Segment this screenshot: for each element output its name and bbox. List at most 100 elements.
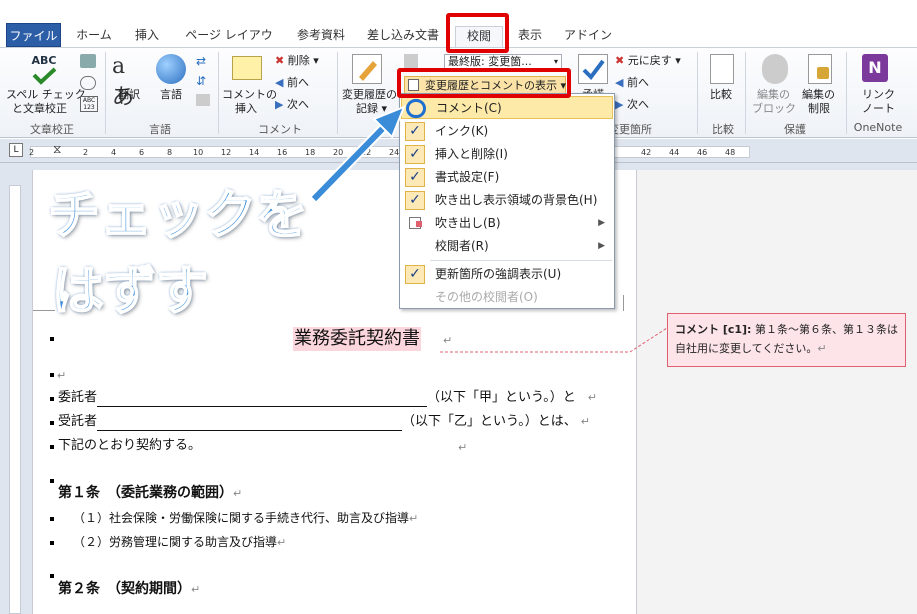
tab-view[interactable]: 表示 [511, 26, 549, 47]
balloons-icon [409, 217, 422, 229]
highlight-show-markup [397, 68, 571, 98]
menu-item-comments[interactable]: コメント(C) [401, 96, 613, 119]
submenu-arrow-icon: ▶ [598, 241, 605, 251]
tab-file[interactable]: ファイル [6, 23, 61, 47]
article-1-heading[interactable]: 第１条 （委託業務の範囲）↵ [58, 484, 242, 503]
block-authors-button[interactable]: 編集の [757, 88, 790, 102]
translate-button[interactable]: 翻訳 [118, 88, 140, 102]
menu-item-highlight-updates[interactable]: ✓ 更新箇所の強調表示(U) [401, 263, 613, 286]
lang-small-icon-3[interactable] [196, 94, 210, 106]
group-separator [105, 52, 106, 134]
ruler-mark: 8 [167, 148, 173, 157]
word-count-icon[interactable]: ABC 123 [80, 96, 98, 112]
article-2-heading[interactable]: 第２条 （契約期間）↵ [58, 580, 200, 599]
proofing-group-label: 文章校正 [30, 123, 74, 136]
markup-balloon-pane [637, 170, 917, 614]
paragraph-bullet [50, 397, 54, 401]
new-comment-button-line2[interactable]: 挿入 [235, 102, 257, 116]
block-authors-icon [762, 54, 788, 84]
reject-button[interactable]: ✖ 元に戻す ▾ [615, 54, 681, 68]
menu-item-insertions-deletions[interactable]: ✓ 挿入と削除(I) [401, 143, 613, 166]
paragraph-mark: ↵ [458, 441, 468, 454]
submenu-arrow-icon: ▶ [598, 218, 605, 228]
annotation-arrow [310, 105, 406, 203]
annotation-text-line1: チェックを [47, 185, 309, 247]
delete-comment-button[interactable]: ✖ 削除 ▾ [275, 54, 319, 68]
menu-item-other-authors: その他の校閲者(O) [435, 290, 538, 304]
ruler-mark: 16 [277, 148, 288, 157]
restrict-editing-icon [808, 54, 832, 84]
annotation-text-line2: はずす [51, 261, 209, 323]
article-1-item-1[interactable]: （１）社会保険・労働保険に関する手続き代行、助言及び指導↵ [73, 509, 418, 528]
menu-item-formatting[interactable]: ✓ 書式設定(F) [401, 166, 613, 189]
display-for-review-icon [404, 54, 418, 68]
menu-item-balloons[interactable]: 吹き出し(B) ▶ [401, 212, 613, 235]
prev-change-button[interactable]: ◀ 前へ [615, 76, 649, 90]
group-separator [846, 52, 847, 134]
check-icon: ✓ [405, 265, 425, 284]
show-markup-menu: コメント(C) ✓ インク(K) ✓ 挿入と削除(I) ✓ 書式設定(F) ✓ 吹き出し… [399, 93, 615, 309]
compare-button[interactable]: 比較 [710, 88, 732, 102]
track-changes-icon [352, 54, 382, 84]
comment-connector-line [440, 327, 668, 353]
spell-check-button-line2[interactable]: と文章校正 [12, 102, 67, 116]
tab-addins[interactable]: アドイン [563, 26, 613, 47]
spell-check-icon: ABC [28, 54, 60, 85]
restrict-editing-button-line2[interactable]: 制限 [808, 102, 830, 116]
group-separator [745, 52, 746, 134]
research-icon[interactable] [80, 54, 96, 68]
onenote-icon: N [862, 54, 888, 82]
spell-check-button[interactable]: スペル チェック [6, 88, 86, 102]
translate-icon: aあ [112, 54, 135, 110]
paragraph-bullet [50, 421, 54, 425]
restrict-editing-button[interactable]: 編集の [802, 88, 835, 102]
paragraph-bullet [50, 517, 54, 521]
compare-icon [710, 54, 734, 84]
paragraph-bullet [50, 479, 54, 483]
paragraph-bullet [50, 373, 54, 377]
protect-group-label: 保護 [784, 123, 806, 136]
paragraph-mark: ↵ [57, 369, 67, 382]
tab-page-layout[interactable]: ページ レイアウト [180, 26, 278, 61]
document-title[interactable]: 業務委託契約書 [293, 327, 421, 351]
lang-small-icon-1[interactable]: ⇄ [196, 54, 210, 68]
block-authors-button-line2[interactable]: ブロック [752, 102, 796, 116]
margin-mark [623, 295, 624, 311]
doc-line-agreement[interactable]: 下記のとおり契約する。 [58, 437, 201, 455]
language-group-label: 言語 [149, 123, 171, 136]
menu-item-ink[interactable]: ✓ インク(K) [401, 120, 613, 143]
comment-balloon[interactable]: コメント [c1]: 第１条～第６条、第１３条は 自社用に変更してください。↵ [667, 313, 906, 367]
onenote-group-label: OneNote [853, 121, 903, 134]
linked-notes-button-line2[interactable]: ノート [862, 102, 895, 116]
paragraph-bullet [50, 337, 54, 341]
tab-mailings[interactable]: 差し込み文書 [364, 26, 442, 47]
new-comment-button[interactable]: コメントの [222, 88, 277, 102]
menu-item-reviewers[interactable]: 校閲者(R) ▶ [401, 235, 613, 258]
language-button[interactable]: 言語 [160, 88, 182, 102]
new-comment-icon [232, 56, 262, 80]
lang-small-icon-2[interactable]: ⇵ [196, 74, 210, 88]
article-1-item-2[interactable]: （２）労務管理に関する助言及び指導↵ [73, 533, 286, 552]
comment-text-2: 自社用に変更してください。 [675, 342, 818, 355]
doc-line-consignee[interactable]: 受託者 （以下「乙」という。）とは、 ↵ [58, 413, 590, 431]
ruler-mark: 2 [29, 148, 35, 157]
paragraph-bullet [50, 541, 54, 545]
ruler-mark: 2 [83, 148, 89, 157]
next-change-button[interactable]: ▶ 次へ [615, 98, 649, 112]
doc-line-consignor[interactable]: 委託者 （以下「甲」という。）と ↵ [58, 389, 597, 407]
tab-selector[interactable]: L [9, 143, 23, 157]
group-separator [218, 52, 219, 134]
indent-marker[interactable]: ⧖ [53, 143, 61, 155]
ruler-mark: 10 [193, 148, 204, 157]
tab-insert[interactable]: 挿入 [128, 26, 166, 47]
thesaurus-icon[interactable] [80, 76, 96, 90]
vertical-ruler-strip[interactable] [9, 185, 21, 614]
menu-item-balloon-shading[interactable]: ✓ 吹き出し表示領域の背景色(H) [401, 189, 613, 212]
ruler-mark: 42 [641, 148, 652, 157]
ruler-mark: 44 [669, 148, 680, 157]
tab-home[interactable]: ホーム [72, 26, 116, 47]
prev-comment-button[interactable]: ◀ 前へ [275, 76, 309, 90]
tab-references[interactable]: 参考資料 [290, 26, 352, 47]
comment-author-tag: コメント [c1]: [675, 323, 752, 336]
linked-notes-button[interactable]: リンク [862, 88, 895, 102]
